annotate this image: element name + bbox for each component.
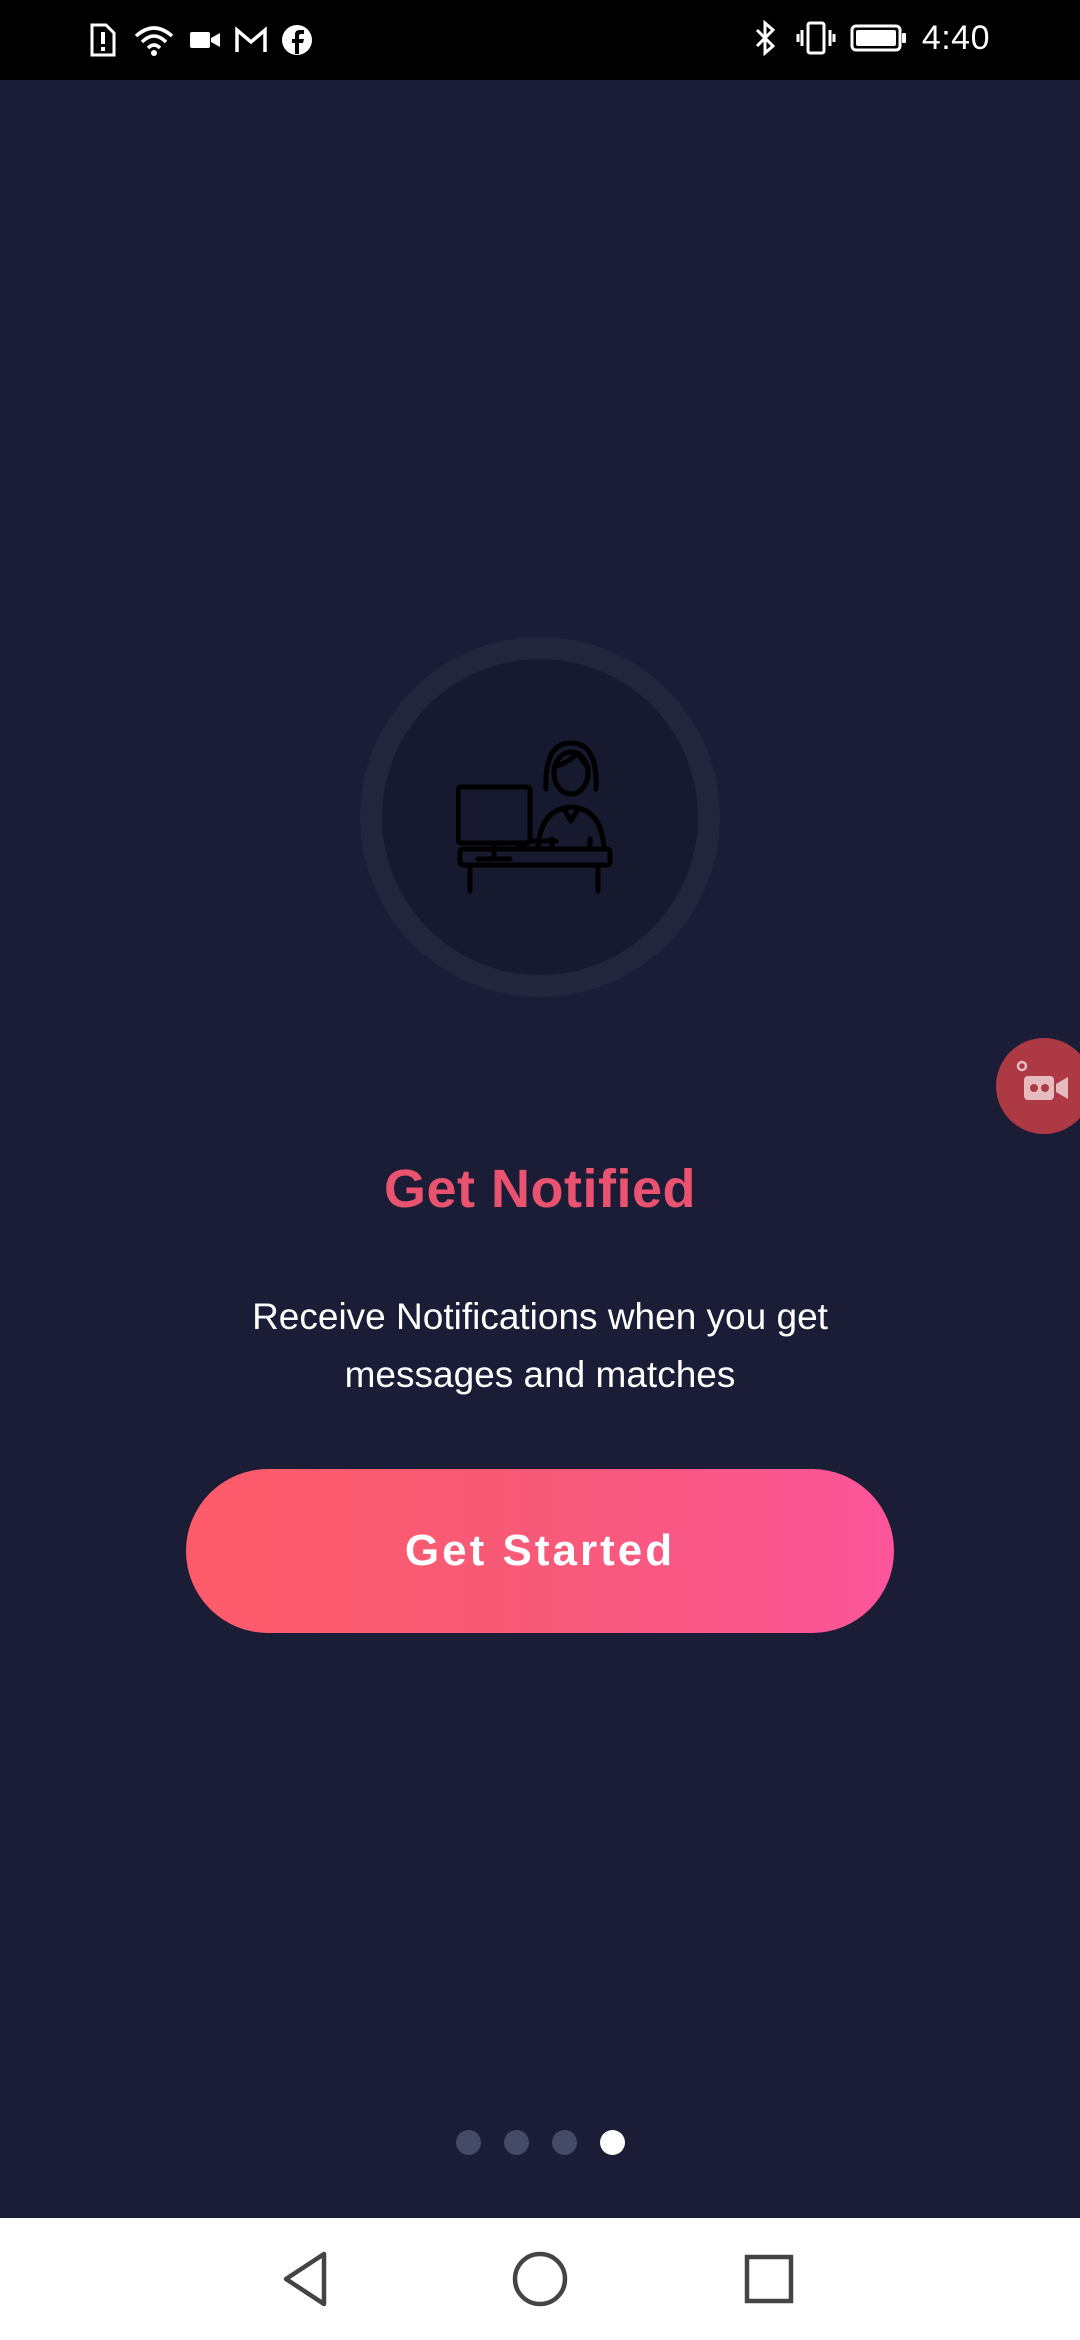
- facebook-icon: [280, 20, 314, 60]
- home-icon[interactable]: [509, 2248, 571, 2310]
- status-bar: 4:40: [0, 0, 1080, 80]
- navigation-bar: [0, 2218, 1080, 2340]
- onboarding-subtitle: Receive Notifications when you get messa…: [252, 1296, 828, 1395]
- illustration-inner: [382, 659, 698, 975]
- get-started-button[interactable]: Get Started: [186, 1469, 894, 1633]
- wifi-icon: [132, 20, 176, 60]
- back-icon[interactable]: [276, 2248, 338, 2310]
- pagination-dots: [0, 2130, 1080, 2155]
- pagination-dot[interactable]: [551, 2130, 577, 2155]
- onboarding-title: Get Notified: [384, 1159, 696, 1219]
- bluetooth-icon: [748, 18, 782, 58]
- gmail-icon: [234, 20, 268, 60]
- pagination-dot-active[interactable]: [599, 2130, 625, 2155]
- alert-sim-icon: [86, 20, 120, 60]
- illustration-circle: [360, 637, 720, 997]
- pagination-dot[interactable]: [455, 2130, 481, 2155]
- status-bar-system: 4:40: [748, 18, 990, 58]
- woman-at-desk-icon: [456, 740, 613, 894]
- vibrate-icon: [796, 18, 836, 58]
- status-time: 4:40: [921, 18, 990, 57]
- screen-recorder-icon: [1016, 1060, 1068, 1100]
- pagination-dot[interactable]: [503, 2130, 529, 2155]
- onboarding-screen: Get Notified Receive Notifications when …: [0, 80, 1080, 2218]
- recents-icon[interactable]: [738, 2248, 800, 2310]
- screen-recorder-button[interactable]: [996, 1038, 1080, 1134]
- video-camera-icon: [188, 20, 222, 60]
- battery-icon: [850, 18, 908, 58]
- status-bar-notifications: [86, 20, 314, 60]
